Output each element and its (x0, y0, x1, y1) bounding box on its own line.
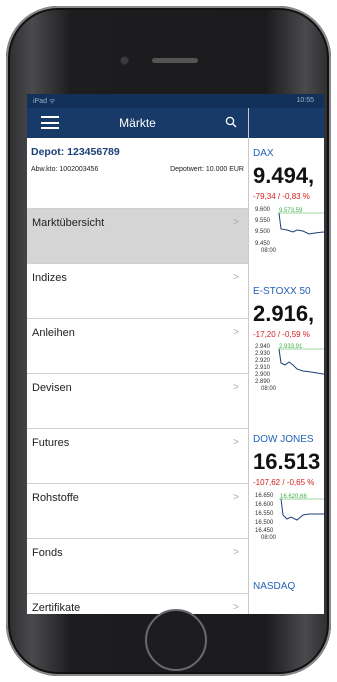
menu-item-fonds[interactable]: Fonds > (27, 538, 248, 593)
menu-item-label: Zertifikate (32, 602, 81, 614)
tick-label: 9.550 (255, 218, 271, 224)
chevron-right-icon: > (233, 547, 239, 558)
quote-sparkline: 2.940 2.930 2.920 2.910 2.900 2.890 08:0… (255, 344, 324, 392)
time-label: 08:00 (261, 535, 277, 541)
market-menu: Marktübersicht > Indizes > Anleihen > De… (27, 208, 248, 614)
menu-item-label: Rohstoffe (32, 492, 79, 504)
depot-number: Depot: 123456789 (31, 146, 120, 158)
quote-name: DOW JONES (253, 434, 314, 445)
price-line (280, 498, 324, 521)
quote-name: DAX (253, 148, 274, 159)
front-camera (120, 56, 129, 65)
quote-card-dax[interactable]: DAX 9.494, -79,34 / -0,83 % 9.600 9.550 … (253, 148, 324, 257)
quote-sparkline: 9.600 9.550 9.500 9.450 08:00 9.573,59 (255, 207, 324, 254)
quote-change: -107,62 / -0,65 % (253, 478, 315, 487)
quote-change: -17,20 / -0,59 % (253, 330, 310, 339)
chevron-right-icon: > (233, 602, 239, 613)
status-time: 10:55 (296, 97, 314, 104)
app-screen: iPad ᯤ 10:55 Märkte Depot: 123456789 Abw… (27, 94, 324, 614)
menu-item-anleihen[interactable]: Anleihen > (27, 318, 248, 373)
menu-item-indizes[interactable]: Indizes > (27, 263, 248, 318)
menu-item-label: Anleihen (32, 327, 75, 339)
quote-name: NASDAQ (253, 581, 296, 592)
tick-label: 2.920 (255, 358, 271, 364)
depot-value: Depotwert: 10.000 EUR (170, 166, 244, 173)
chevron-right-icon: > (233, 272, 239, 283)
status-bar: iPad ᯤ 10:55 (27, 94, 324, 108)
settlement-account: Abw.kto: 1002003456 (31, 166, 99, 173)
price-line (278, 212, 324, 235)
tick-label: 16.600 (255, 502, 274, 508)
earpiece-speaker (152, 58, 198, 63)
tick-label: 9.600 (255, 207, 271, 213)
tick-label: 2.890 (255, 379, 271, 385)
tick-label: 9.500 (255, 229, 271, 235)
price-line (278, 348, 324, 375)
tick-label: 16.650 (255, 493, 274, 499)
tick-label: 9.450 (255, 241, 271, 247)
tick-label: 2.910 (255, 365, 271, 371)
quote-card-nasdaq[interactable]: NASDAQ (253, 581, 324, 592)
quote-card-dow-jones[interactable]: DOW JONES 16.513 -107,62 / -0,65 % 16.65… (253, 434, 324, 543)
quote-panel: DAX 9.494, -79,34 / -0,83 % 9.600 9.550 … (249, 138, 324, 614)
menu-item-zertifikate[interactable]: Zertifikate > (27, 593, 248, 614)
chevron-right-icon: > (233, 217, 239, 228)
time-label: 08:00 (261, 248, 277, 254)
menu-item-label: Devisen (32, 382, 72, 394)
quote-card-estoxx50[interactable]: E-STOXX 50 2.916, -17,20 / -0,59 % 2.940… (253, 286, 324, 395)
quote-value: 2.916, (253, 301, 315, 326)
quote-value: 16.513 (253, 449, 321, 474)
phone-frame: iPad ᯤ 10:55 Märkte Depot: 123456789 Abw… (6, 6, 331, 676)
menu-item-futures[interactable]: Futures > (27, 428, 248, 483)
menu-item-label: Marktübersicht (32, 217, 105, 229)
quote-sparkline: 16.650 16.600 16.550 16.500 16.450 08:00… (255, 493, 324, 541)
tick-label: 16.500 (255, 520, 274, 526)
carrier-label: iPad ᯤ (33, 98, 56, 105)
quote-change: -79,34 / -0,83 % (253, 192, 310, 201)
quote-name: E-STOXX 50 (253, 286, 311, 297)
tick-label: 16.550 (255, 511, 274, 517)
depot-summary: Depot: 123456789 Abw.kto: 1002003456 Dep… (27, 138, 248, 186)
chevron-right-icon: > (233, 437, 239, 448)
tick-label: 2.940 (255, 344, 271, 350)
chevron-right-icon: > (233, 327, 239, 338)
tick-label: 2.900 (255, 372, 271, 378)
tick-label: 2.930 (255, 351, 271, 357)
menu-item-marktuebersicht[interactable]: Marktübersicht > (27, 208, 248, 263)
page-title: Märkte (119, 116, 156, 130)
chevron-right-icon: > (233, 492, 239, 503)
menu-item-rohstoffe[interactable]: Rohstoffe > (27, 483, 248, 538)
detail-header (249, 108, 324, 138)
menu-item-label: Indizes (32, 272, 67, 284)
search-icon[interactable] (225, 116, 237, 128)
menu-item-devisen[interactable]: Devisen > (27, 373, 248, 428)
menu-item-label: Fonds (32, 547, 63, 559)
home-button[interactable] (145, 609, 207, 671)
quote-value: 9.494, (253, 163, 315, 188)
chevron-right-icon: > (233, 382, 239, 393)
menu-item-label: Futures (32, 437, 70, 449)
tick-label: 16.450 (255, 528, 274, 534)
time-label: 08:00 (261, 386, 277, 392)
nav-bar: Märkte (27, 108, 248, 138)
